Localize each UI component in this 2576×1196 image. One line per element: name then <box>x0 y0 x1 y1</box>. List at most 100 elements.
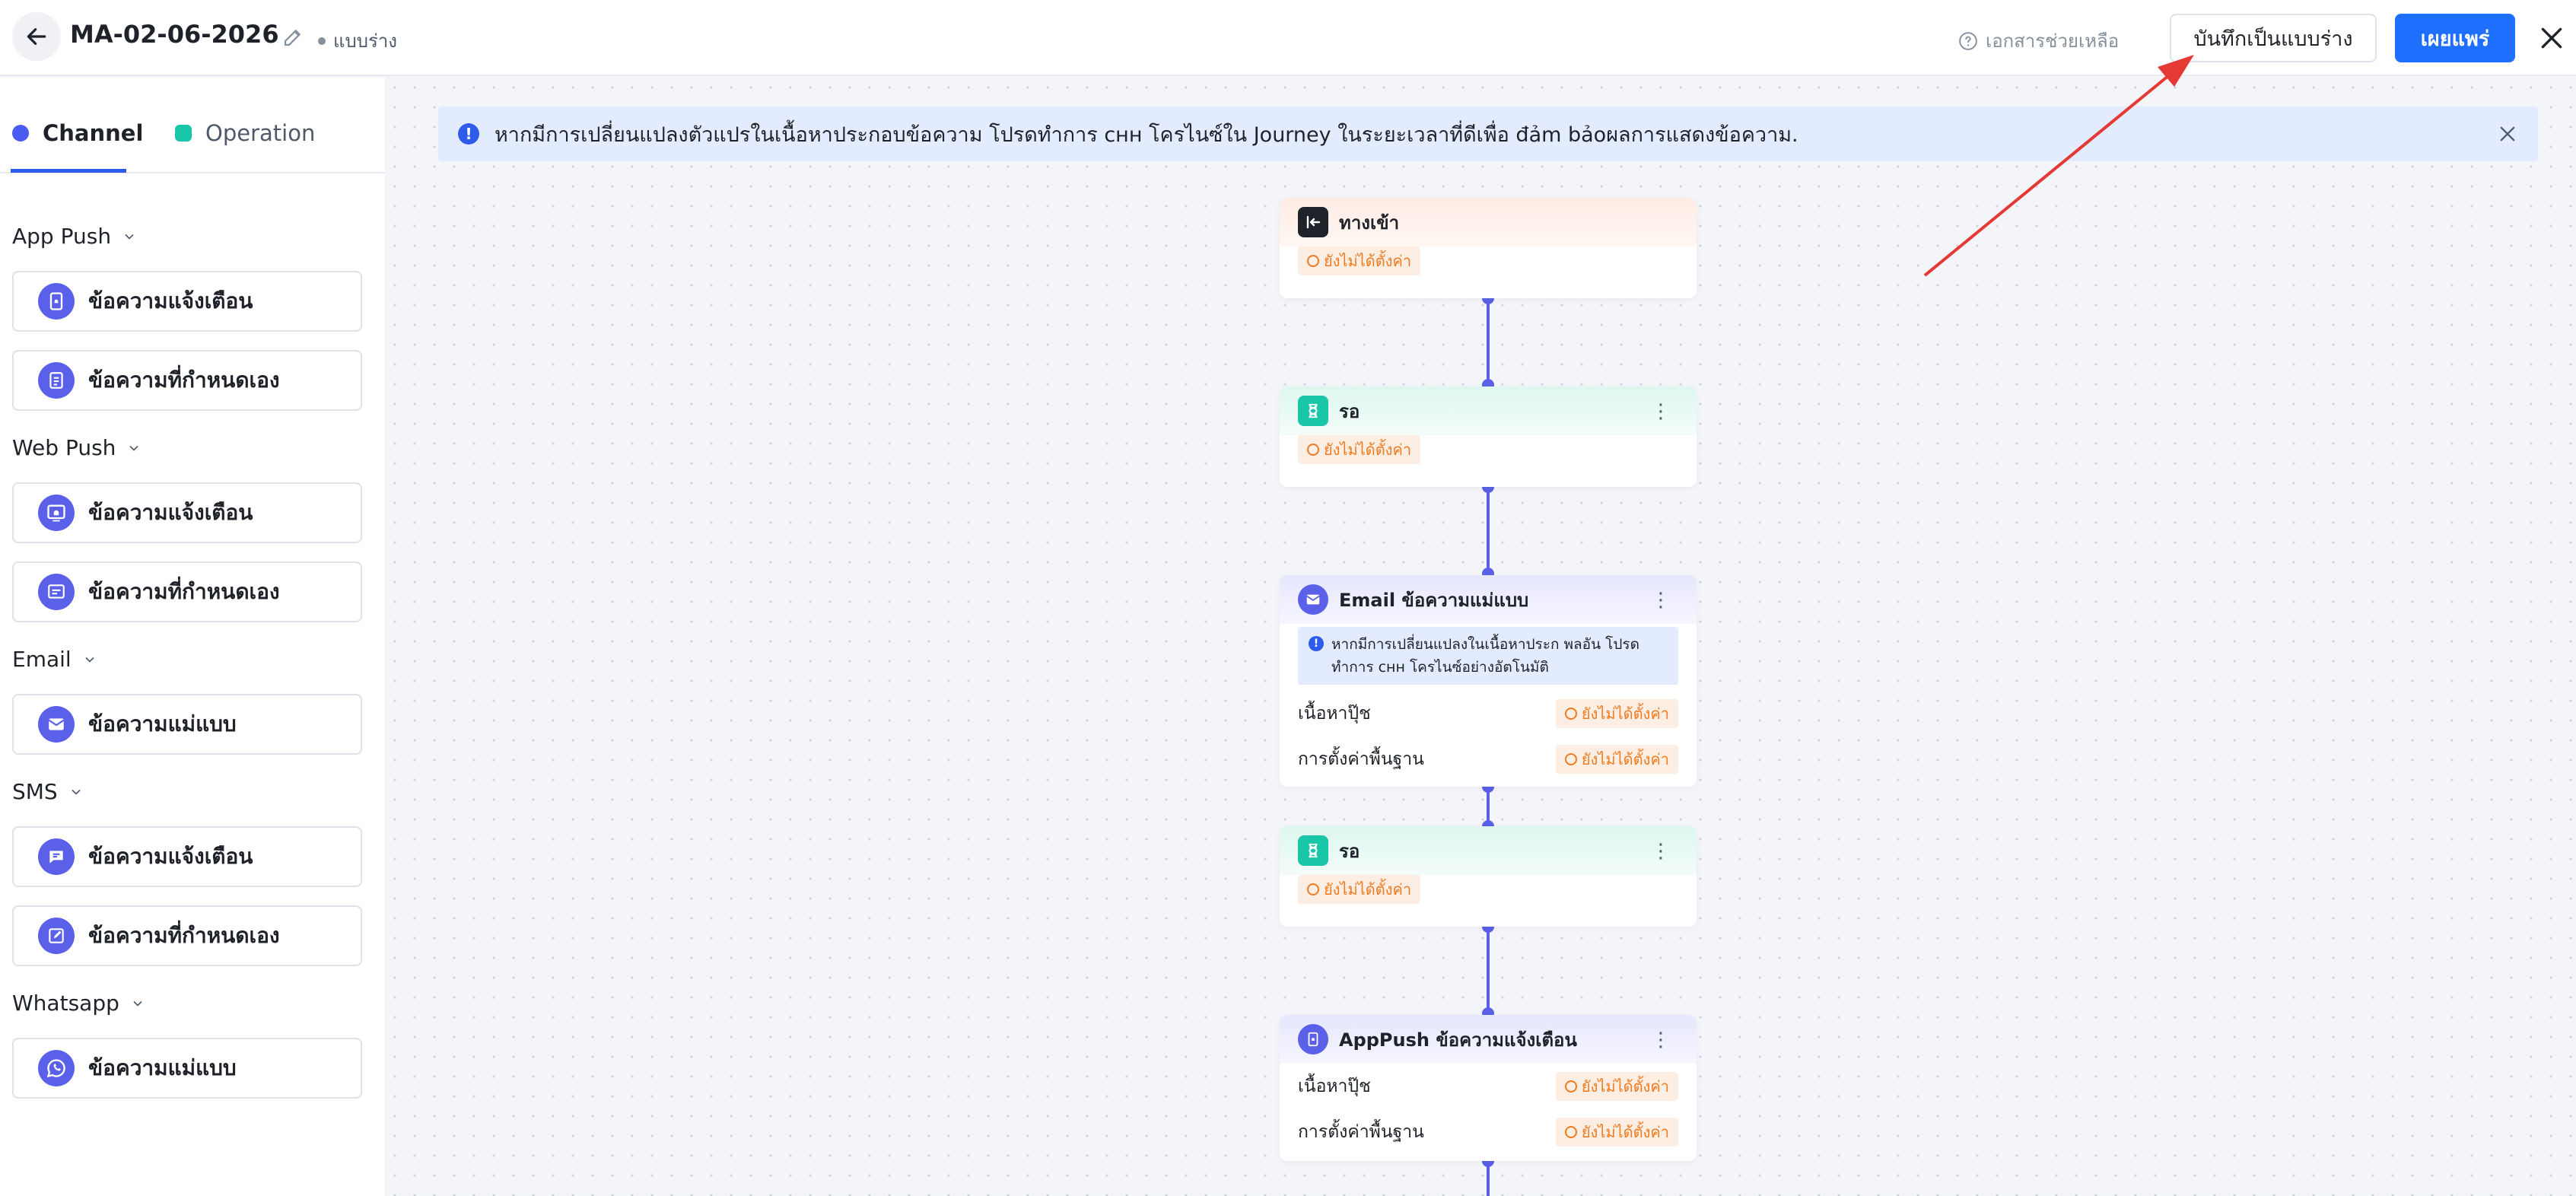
flow-node-email-template[interactable]: Email ข้อความแม่แบบ ⋮ ! หากมีการเปลี่ยนแ… <box>1280 575 1697 787</box>
info-icon: ! <box>1309 636 1324 651</box>
journey-title: MA-02-06-2026 <box>70 20 279 49</box>
not-configured-badge: ยังไม่ได้ตั้งค่า <box>1298 875 1421 904</box>
node-body: ยังไม่ได้ตั้งค่า <box>1280 435 1697 473</box>
arrow-left-icon <box>27 28 46 45</box>
tab-label: Channel <box>43 120 144 146</box>
sidebar-item-web-push-notification[interactable]: ข้อความแจ้งเตือน <box>12 482 362 543</box>
sidebar-item-sms-custom[interactable]: ข้อความที่กำหนดเอง <box>12 905 362 966</box>
node-row-content[interactable]: เนื้อหาปุ๊ช ยังไม่ได้ตั้งค่า <box>1298 691 1678 736</box>
save-draft-button[interactable]: บันทึกเป็นแบบร่าง <box>2170 14 2377 62</box>
node-title: รอ <box>1339 400 1360 422</box>
group-title: Web Push <box>12 435 116 460</box>
sidebar-item-label: ข้อความแจ้งเตือน <box>88 288 253 313</box>
sidebar-tabs: Channel Operation <box>0 78 385 173</box>
active-tab-indicator <box>11 169 126 173</box>
more-menu-icon[interactable]: ⋮ <box>1651 402 1671 421</box>
close-button[interactable] <box>2536 23 2567 53</box>
group-email[interactable]: Email <box>12 647 97 672</box>
mail-icon <box>38 706 75 743</box>
node-body: ยังไม่ได้ตั้งค่า <box>1280 875 1697 913</box>
clock-icon <box>1564 753 1577 765</box>
badge-label: ยังไม่ได้ตั้งค่า <box>1581 750 1669 768</box>
more-menu-icon[interactable]: ⋮ <box>1651 841 1671 861</box>
channel-dot-icon <box>12 125 29 142</box>
sidebar-item-email-template[interactable]: ข้อความแม่แบบ <box>12 694 362 755</box>
flow-connector <box>1487 927 1490 1013</box>
badge-label: ยังไม่ได้ตั้งค่า <box>1324 441 1412 459</box>
row-label: การตั้งค่าพื้นฐาน <box>1298 1122 1424 1142</box>
publish-button[interactable]: เผยแพร่ <box>2395 14 2515 62</box>
group-web-push[interactable]: Web Push <box>12 435 142 460</box>
clock-icon <box>1564 1080 1577 1093</box>
edit-message-icon <box>38 918 75 954</box>
help-label: เอกสารช่วยเหลือ <box>1986 30 2120 52</box>
not-configured-badge: ยังไม่ได้ตั้งค่า <box>1555 699 1678 728</box>
badge-label: ยังไม่ได้ตั้งค่า <box>1581 1077 1669 1096</box>
question-circle-icon <box>1959 31 1977 50</box>
clock-icon <box>1307 444 1319 456</box>
entry-icon <box>1298 207 1328 237</box>
sidebar-item-sms-notification[interactable]: ข้อความแจ้งเตือน <box>12 826 362 887</box>
row-label: การตั้งค่าพื้นฐาน <box>1298 749 1424 769</box>
node-info-text: หากมีการเปลี่ยนแปลงในเนื้อหาประก พลอัน โ… <box>1331 636 1639 676</box>
node-header: รอ ⋮ <box>1280 386 1697 435</box>
hourglass-icon <box>1298 835 1328 866</box>
operation-square-icon <box>175 125 192 142</box>
group-whatsapp[interactable]: Whatsapp <box>12 991 145 1016</box>
component-sidebar: Channel Operation App Push ข้อความแจ้งเต… <box>0 78 385 1196</box>
flow-connector <box>1487 298 1490 385</box>
badge-label: ยังไม่ได้ตั้งค่า <box>1581 705 1669 723</box>
flow-node-wait[interactable]: รอ ⋮ ยังไม่ได้ตั้งค่า <box>1280 826 1697 927</box>
sidebar-item-label: ข้อความแม่แบบ <box>88 711 237 736</box>
flow-node-wait[interactable]: รอ ⋮ ยังไม่ได้ตั้งค่า <box>1280 386 1697 487</box>
group-title: Whatsapp <box>12 991 119 1016</box>
group-sms[interactable]: SMS <box>12 779 84 804</box>
node-title: รอ <box>1339 840 1360 862</box>
top-bar: MA-02-06-2026 แบบร่าง เอกสารช่วยเหลือ บั… <box>0 0 2576 76</box>
flow-node-entry[interactable]: ทางเข้า ยังไม่ได้ตั้งค่า <box>1280 198 1697 298</box>
node-row-content[interactable]: เนื้อหาปุ๊ช ยังไม่ได้ตั้งค่า <box>1298 1064 1678 1109</box>
node-title: ทางเข้า <box>1339 212 1400 234</box>
more-menu-icon[interactable]: ⋮ <box>1651 1030 1671 1050</box>
edit-title-button[interactable] <box>281 26 304 52</box>
sidebar-item-label: ข้อความแม่แบบ <box>88 1055 237 1080</box>
sidebar-item-label: ข้อความที่กำหนดเอง <box>88 923 280 948</box>
tab-channel[interactable]: Channel <box>12 120 143 146</box>
banner-close-icon[interactable] <box>2497 123 2518 145</box>
sidebar-item-label: ข้อความที่กำหนดเอง <box>88 579 280 604</box>
more-menu-icon[interactable]: ⋮ <box>1651 590 1671 610</box>
sidebar-item-web-push-custom[interactable]: ข้อความที่กำหนดเอง <box>12 561 362 622</box>
node-row-basic-settings[interactable]: การตั้งค่าพื้นฐาน ยังไม่ได้ตั้งค่า <box>1298 736 1678 782</box>
node-body: เนื้อหาปุ๊ช ยังไม่ได้ตั้งค่า การตั้งค่าพ… <box>1280 1064 1697 1161</box>
whatsapp-icon <box>38 1050 75 1086</box>
chevron-down-icon <box>85 657 94 663</box>
tab-operation[interactable]: Operation <box>175 120 315 146</box>
status-label: แบบร่าง <box>333 30 398 52</box>
badge-label: ยังไม่ได้ตั้งค่า <box>1581 1123 1669 1141</box>
node-row-basic-settings[interactable]: การตั้งค่าพื้นฐาน ยังไม่ได้ตั้งค่า <box>1298 1109 1678 1155</box>
tab-label: Operation <box>205 120 316 146</box>
web-bell-icon <box>38 495 75 531</box>
not-configured-badge: ยังไม่ได้ตั้งค่า <box>1555 1072 1678 1101</box>
sidebar-item-whatsapp-template[interactable]: ข้อความแม่แบบ <box>12 1038 362 1099</box>
flow-connector <box>1487 487 1490 574</box>
help-docs-link[interactable]: เอกสารช่วยเหลือ <box>1958 26 2119 56</box>
flow-node-app-push[interactable]: AppPush ข้อความแจ้งเตือน ⋮ เนื้อหาปุ๊ช ย… <box>1280 1015 1697 1161</box>
app-bell-icon <box>1298 1024 1328 1054</box>
row-label: เนื้อหาปุ๊ช <box>1298 1077 1371 1096</box>
chevron-down-icon <box>133 1000 142 1007</box>
sidebar-item-label: ข้อความแจ้งเตือน <box>88 844 253 869</box>
sidebar-item-app-push-notification[interactable]: ข้อความแจ้งเตือน <box>12 271 362 332</box>
node-header: ทางเข้า <box>1280 198 1697 247</box>
sidebar-item-app-push-custom[interactable]: ข้อความที่กำหนดเอง <box>12 350 362 411</box>
not-configured-badge: ยังไม่ได้ตั้งค่า <box>1298 247 1421 275</box>
sync-warning-banner: ! หากมีการเปลี่ยนแปลงตัวแปรในเนื้อหาประก… <box>438 107 2538 161</box>
node-title: Email ข้อความแม่แบบ <box>1339 589 1529 611</box>
document-icon <box>38 362 75 399</box>
message-icon <box>38 574 75 610</box>
pencil-icon <box>284 30 301 46</box>
back-button[interactable] <box>12 12 61 61</box>
chevron-down-icon <box>129 445 139 451</box>
group-app-push[interactable]: App Push <box>12 224 137 249</box>
chevron-down-icon <box>125 234 134 240</box>
